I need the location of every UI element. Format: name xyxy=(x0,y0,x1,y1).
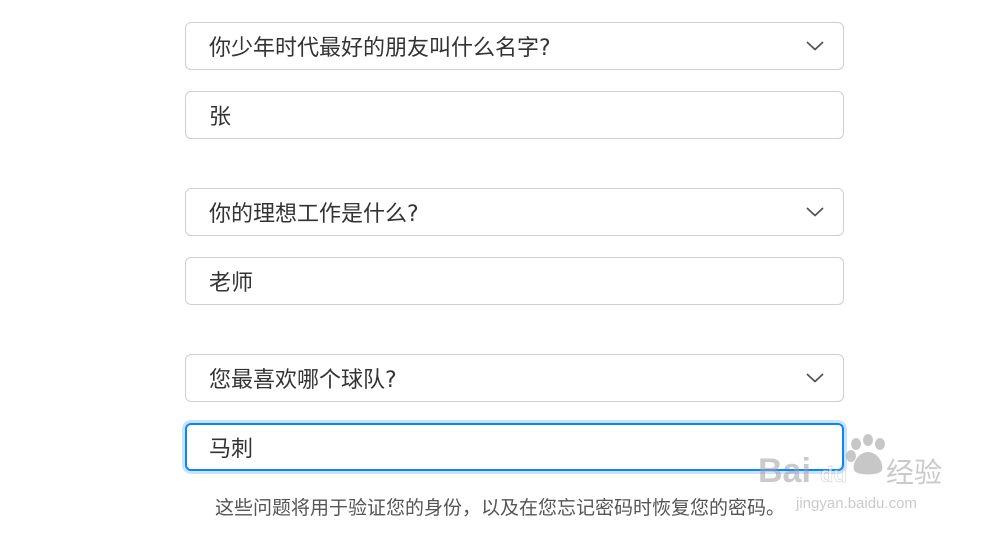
security-answer-2-input[interactable]: 老师 xyxy=(185,257,844,305)
svg-text:Bai: Bai xyxy=(758,452,811,490)
security-answer-1-value: 张 xyxy=(209,105,232,130)
security-question-3-value: 您最喜欢哪个球队? xyxy=(209,368,397,393)
chevron-down-icon xyxy=(805,202,825,222)
baidu-jingyan-watermark: Bai du 经验 jingyan.baidu.com xyxy=(758,434,942,512)
security-answer-3-input[interactable]: 马刺 xyxy=(185,423,844,471)
chevron-down-icon xyxy=(805,36,825,56)
security-question-1-select[interactable]: 你少年时代最好的朋友叫什么名字? xyxy=(185,22,844,70)
chevron-down-icon xyxy=(805,368,825,388)
security-question-1-value: 你少年时代最好的朋友叫什么名字? xyxy=(209,36,551,61)
security-questions-form: 你少年时代最好的朋友叫什么名字? 张 你的理想工作是什么? 老师 您最喜欢哪个球… xyxy=(0,0,1000,540)
security-answer-3-value: 马刺 xyxy=(209,437,254,462)
svg-text:jingyan.baidu.com: jingyan.baidu.com xyxy=(795,495,917,512)
security-question-2-value: 你的理想工作是什么? xyxy=(209,202,419,227)
security-answer-1-input[interactable]: 张 xyxy=(185,91,844,139)
security-question-2-select[interactable]: 你的理想工作是什么? xyxy=(185,188,844,236)
svg-text:经验: 经验 xyxy=(886,456,942,489)
security-question-3-select[interactable]: 您最喜欢哪个球队? xyxy=(185,354,844,402)
security-answer-2-value: 老师 xyxy=(209,271,254,296)
svg-text:du: du xyxy=(820,462,847,487)
